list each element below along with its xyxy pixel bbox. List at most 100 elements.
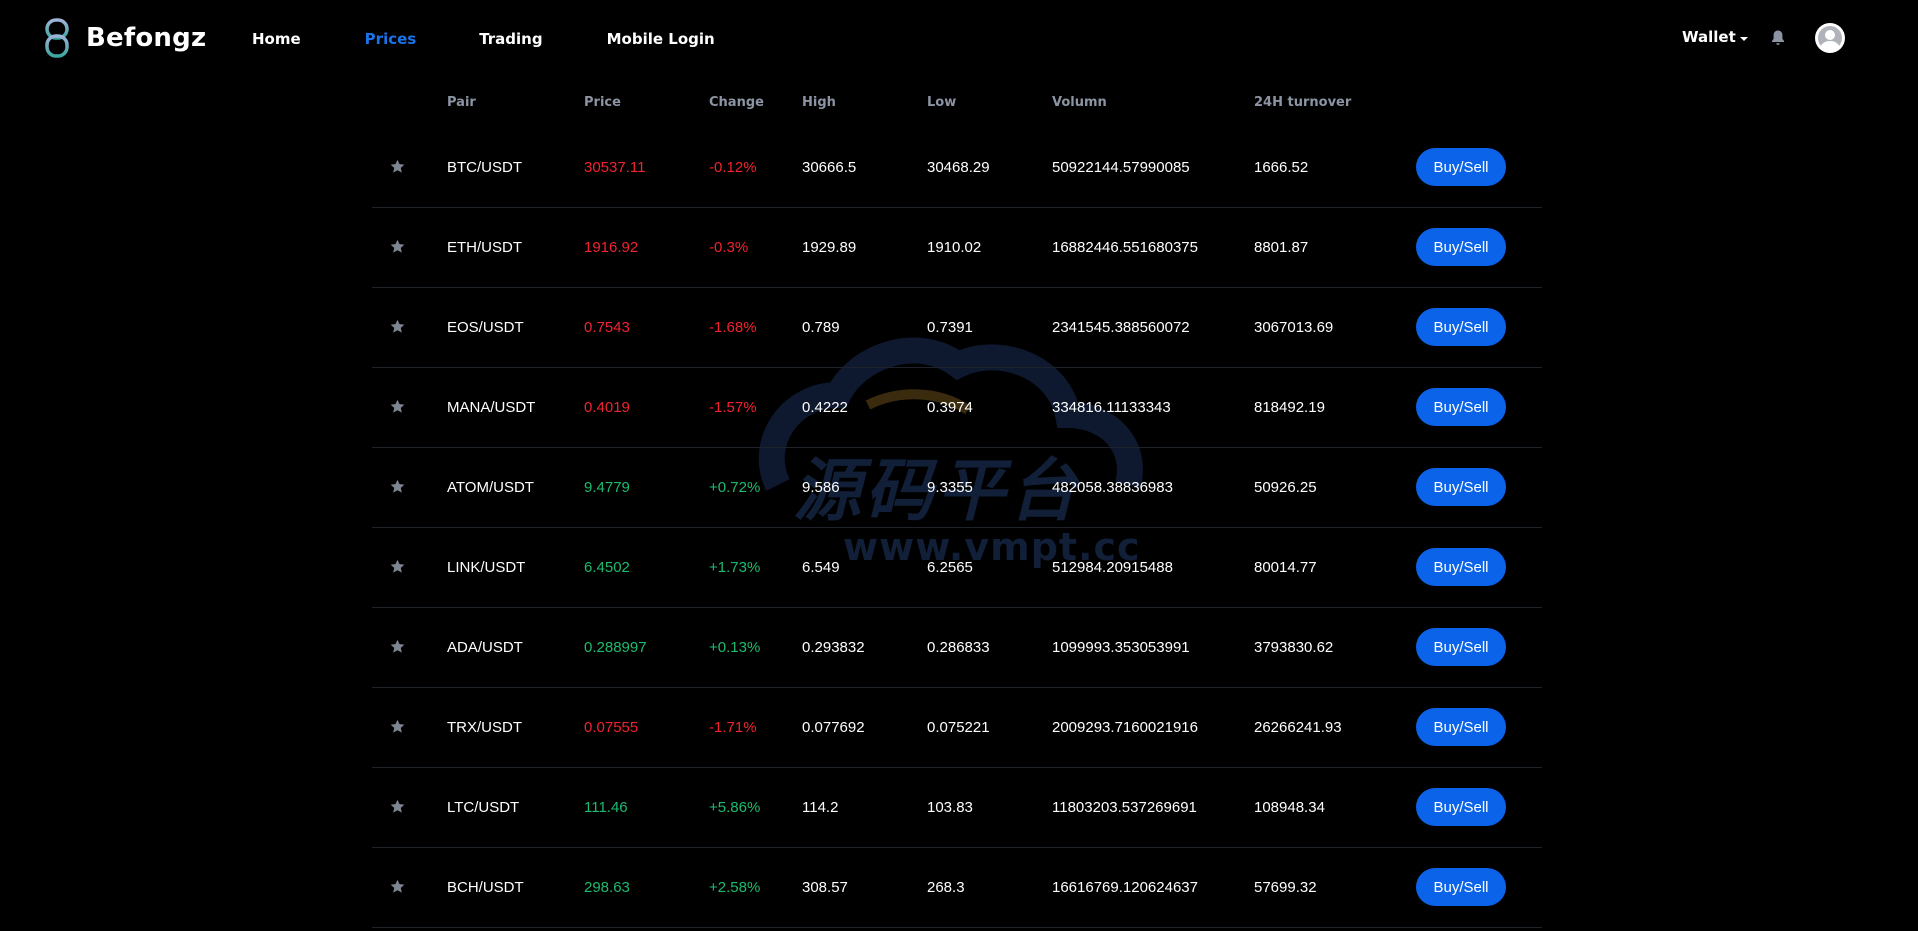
turnover-cell: 108948.34 [1254,799,1325,816]
volume-cell: 16616769.120624637 [1052,879,1198,896]
price-cell: 0.7543 [584,319,630,336]
change-cell: -0.3% [709,239,749,256]
buy-sell-button[interactable]: Buy/Sell [1416,228,1506,266]
turnover-cell: 50926.25 [1254,479,1317,496]
pair-cell: TRX/USDT [447,719,522,736]
brand-logo[interactable]: Befongz [44,18,206,58]
change-cell: -1.57% [709,399,757,416]
table-row: LTC/USDT 111.46 +5.86% 114.2 103.83 11803203.… [372,768,1542,848]
buy-sell-button[interactable]: Buy/Sell [1416,468,1506,506]
nav-mobile-login[interactable]: Mobile Login [607,30,715,48]
star-favorite-icon[interactable] [389,318,406,335]
volume-cell: 334816.11133343 [1052,399,1171,416]
column-header-low: Low [927,95,957,110]
low-cell: 1910.02 [927,239,982,256]
star-favorite-icon[interactable] [389,478,406,495]
star-favorite-icon[interactable] [389,398,406,415]
buy-sell-button[interactable]: Buy/Sell [1416,868,1506,906]
low-cell: 0.3974 [927,399,973,416]
prices-table: Pair Price Change High Low Volumn 24H tu… [372,78,1542,928]
change-cell: -1.71% [709,719,757,736]
pair-cell: ATOM/USDT [447,479,534,496]
wallet-dropdown[interactable]: Wallet [1682,28,1748,46]
star-favorite-icon[interactable] [389,798,406,815]
nav-trading[interactable]: Trading [479,30,542,48]
star-favorite-icon[interactable] [389,158,406,175]
volume-cell: 16882446.551680375 [1052,239,1198,256]
logo-icon [45,18,69,58]
table-row: TRX/USDT 0.07555 -1.71% 0.077692 0.075221 200… [372,688,1542,768]
star-favorite-icon[interactable] [389,558,406,575]
pair-cell: EOS/USDT [447,319,524,336]
price-cell: 0.4019 [584,399,630,416]
top-navbar: Befongz Home Prices Trading Mobile Login… [0,0,1918,78]
buy-sell-button[interactable]: Buy/Sell [1416,148,1506,186]
star-favorite-icon[interactable] [389,638,406,655]
high-cell: 9.586 [802,479,840,496]
nav-prices[interactable]: Prices [365,30,417,48]
turnover-cell: 26266241.93 [1254,719,1342,736]
turnover-cell: 1666.52 [1254,159,1309,176]
volume-cell: 1099993.353053991 [1052,639,1190,656]
table-row: MANA/USDT 0.4019 -1.57% 0.4222 0.3974 334816.… [372,368,1542,448]
table-row: EOS/USDT 0.7543 -1.68% 0.789 0.7391 2341545.3… [372,288,1542,368]
buy-sell-button[interactable]: Buy/Sell [1416,388,1506,426]
pair-cell: MANA/USDT [447,399,536,416]
volume-cell: 2009293.7160021916 [1052,719,1198,736]
change-cell: -1.68% [709,319,757,336]
price-cell: 9.4779 [584,479,630,496]
table-row: ETH/USDT 1916.92 -0.3% 1929.89 1910.02 168824… [372,208,1542,288]
change-cell: +0.13% [709,639,761,656]
pair-cell: ADA/USDT [447,639,523,656]
price-cell: 1916.92 [584,239,639,256]
buy-sell-button[interactable]: Buy/Sell [1416,708,1506,746]
low-cell: 0.7391 [927,319,973,336]
star-favorite-icon[interactable] [389,718,406,735]
avatar-silhouette [1817,25,1843,52]
low-cell: 0.075221 [927,719,990,736]
pair-cell: BTC/USDT [447,159,522,176]
price-cell: 6.4502 [584,559,630,576]
price-cell: 0.288997 [584,639,647,656]
turnover-cell: 3067013.69 [1254,319,1334,336]
chevron-down-icon [1739,36,1748,41]
change-cell: +2.58% [709,879,761,896]
high-cell: 0.293832 [802,639,865,656]
user-avatar-icon[interactable] [1815,23,1845,53]
low-cell: 30468.29 [927,159,990,176]
price-cell: 298.63 [584,879,630,896]
buy-sell-button[interactable]: Buy/Sell [1416,628,1506,666]
change-cell: +5.86% [709,799,761,816]
brand-name: Befongz [86,23,207,53]
bell-icon[interactable] [1770,29,1786,47]
page: Befongz Home Prices Trading Mobile Login… [0,0,1918,931]
high-cell: 0.4222 [802,399,848,416]
volume-cell: 482058.38836983 [1052,479,1173,496]
high-cell: 1929.89 [802,239,857,256]
pair-cell: LTC/USDT [447,799,520,816]
buy-sell-button[interactable]: Buy/Sell [1416,788,1506,826]
column-header-pair: Pair [447,95,476,110]
high-cell: 308.57 [802,879,848,896]
table-row: BTC/USDT 30537.11 -0.12% 30666.5 30468.29 509… [372,128,1542,208]
low-cell: 0.286833 [927,639,990,656]
price-cell: 111.46 [584,799,628,816]
column-header-change: Change [709,95,764,110]
table-row: BCH/USDT 298.63 +2.58% 308.57 268.3 16616769.… [372,848,1542,928]
star-favorite-icon[interactable] [389,238,406,255]
low-cell: 103.83 [927,799,973,816]
nav-home[interactable]: Home [252,30,301,48]
column-header-price: Price [584,95,621,110]
change-cell: +1.73% [709,559,761,576]
volume-cell: 50922144.57990085 [1052,159,1190,176]
column-header-volume: Volumn [1052,95,1107,110]
star-favorite-icon[interactable] [389,878,406,895]
turnover-cell: 80014.77 [1254,559,1317,576]
high-cell: 0.077692 [802,719,865,736]
buy-sell-button[interactable]: Buy/Sell [1416,308,1506,346]
volume-cell: 512984.20915488 [1052,559,1173,576]
high-cell: 114.2 [802,799,839,816]
table-row: ADA/USDT 0.288997 +0.13% 0.293832 0.286833 10… [372,608,1542,688]
buy-sell-button[interactable]: Buy/Sell [1416,548,1506,586]
high-cell: 30666.5 [802,159,857,176]
